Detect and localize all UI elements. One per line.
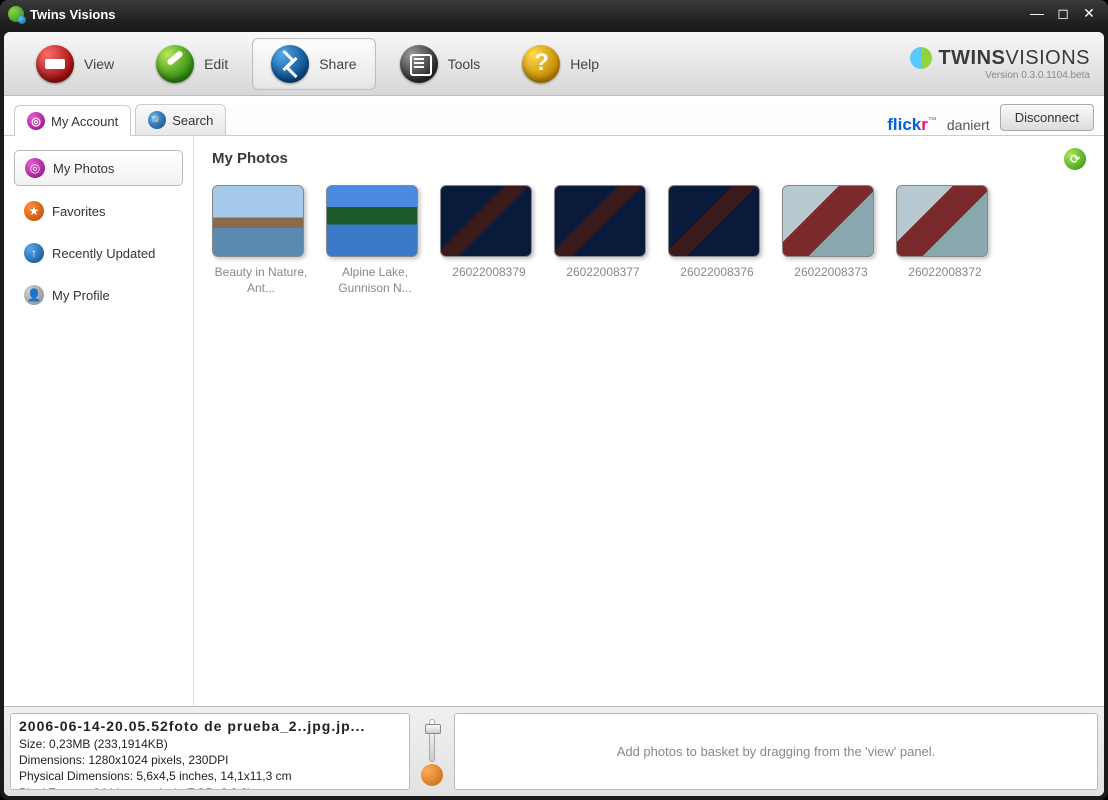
basket-hint: Add photos to basket by dragging from th…	[617, 744, 936, 759]
view-label: View	[84, 56, 114, 72]
thumbnail-label: 26022008372	[896, 265, 994, 281]
content: View Edit Share Tools Help	[4, 32, 1104, 796]
edit-label: Edit	[204, 56, 228, 72]
photo-thumbnail[interactable]: 26022008373	[782, 185, 880, 296]
brand-version: Version 0.3.0.1104.beta	[910, 70, 1090, 81]
view-icon	[36, 45, 74, 83]
photo-thumbnail[interactable]: Beauty in Nature, Ant...	[212, 185, 310, 296]
info-pixelformat: Pixel Format: 24 bits per pixel. (RGB=8,…	[19, 785, 401, 790]
thumbnail-image	[212, 185, 304, 257]
thumbnail-image	[554, 185, 646, 257]
slider-thumb[interactable]	[425, 724, 441, 734]
tab-search-label: Search	[172, 113, 213, 128]
thumbnail-image	[782, 185, 874, 257]
zoom-slider-box	[418, 713, 446, 790]
tools-icon	[400, 45, 438, 83]
help-button[interactable]: Help	[504, 39, 617, 89]
app-icon	[8, 6, 24, 22]
main-toolbar: View Edit Share Tools Help	[4, 32, 1104, 96]
photo-thumbnail[interactable]: Alpine Lake, Gunnison N...	[326, 185, 424, 296]
photo-thumbnail[interactable]: 26022008376	[668, 185, 766, 296]
flickr-username: daniert	[947, 117, 990, 133]
main-area: My Photos ⟳ Beauty in Nature, Ant... Alp…	[194, 136, 1104, 706]
minimize-button[interactable]: —	[1026, 5, 1048, 23]
thumbnail-grid: Beauty in Nature, Ant... Alpine Lake, Gu…	[212, 185, 1086, 296]
flickr-logo: flickr™	[887, 115, 937, 135]
app-title: Twins Visions	[30, 7, 115, 22]
sidebar-item-my-profile[interactable]: 👤 My Profile	[14, 278, 183, 312]
flickr-account: flickr™ daniert	[887, 115, 989, 135]
zoom-slider[interactable]	[429, 719, 435, 762]
brand-name: TWINSVISIONS	[938, 47, 1090, 70]
thumbnail-image	[896, 185, 988, 257]
thumbnail-label: 26022008376	[668, 265, 766, 281]
info-dimensions: Dimensions: 1280x1024 pixels, 230DPI	[19, 752, 401, 768]
thumbnail-label: Beauty in Nature, Ant...	[212, 265, 310, 296]
star-icon: ★	[24, 201, 44, 221]
file-info-box: 2006-06-14-20.05.52foto de prueba_2..jpg…	[10, 713, 410, 790]
photo-thumbnail[interactable]: 26022008379	[440, 185, 538, 296]
share-icon	[271, 45, 309, 83]
disconnect-button[interactable]: Disconnect	[1000, 104, 1094, 131]
bottom-panel: 2006-06-14-20.05.52foto de prueba_2..jpg…	[4, 706, 1104, 796]
view-button[interactable]: View	[18, 39, 132, 89]
thumbnail-image	[668, 185, 760, 257]
tools-label: Tools	[448, 56, 481, 72]
arrow-up-icon: ↑	[24, 243, 44, 263]
help-icon	[522, 45, 560, 83]
sidebar-item-label: My Photos	[53, 161, 114, 176]
info-filename: 2006-06-14-20.05.52foto de prueba_2..jpg…	[19, 718, 401, 734]
edit-button[interactable]: Edit	[138, 39, 246, 89]
photo-thumbnail[interactable]: 26022008377	[554, 185, 652, 296]
basket-icon[interactable]	[421, 764, 443, 786]
sidebar-item-label: My Profile	[52, 288, 110, 303]
search-icon: 🔍	[148, 111, 166, 129]
basket-dropzone[interactable]: Add photos to basket by dragging from th…	[454, 713, 1098, 790]
person-icon: 👤	[24, 285, 44, 305]
sidebar-item-label: Recently Updated	[52, 246, 155, 261]
sidebar-item-label: Favorites	[52, 204, 105, 219]
share-label: Share	[319, 56, 356, 72]
sidebar-item-recently-updated[interactable]: ↑ Recently Updated	[14, 236, 183, 270]
share-button[interactable]: Share	[252, 38, 375, 90]
edit-icon	[156, 45, 194, 83]
refresh-button[interactable]: ⟳	[1064, 148, 1086, 170]
maximize-button[interactable]: ◻	[1052, 5, 1074, 23]
tab-my-account[interactable]: ◎ My Account	[14, 105, 131, 136]
thumbnail-label: Alpine Lake, Gunnison N...	[326, 265, 424, 296]
info-size: Size: 0,23MB (233,1914KB)	[19, 736, 401, 752]
tools-button[interactable]: Tools	[382, 39, 499, 89]
brand: TWINSVISIONS Version 0.3.0.1104.beta	[910, 47, 1090, 81]
help-label: Help	[570, 56, 599, 72]
thumbnail-label: 26022008377	[554, 265, 652, 281]
info-physical: Physical Dimensions: 5,6x4,5 inches, 14,…	[19, 768, 401, 784]
thumbnail-label: 26022008379	[440, 265, 538, 281]
brand-logo-icon	[910, 47, 932, 69]
tab-search[interactable]: 🔍 Search	[135, 104, 226, 135]
thumbnail-label: 26022008373	[782, 265, 880, 281]
close-button[interactable]: ✕	[1078, 5, 1100, 23]
tab-my-account-label: My Account	[51, 114, 118, 129]
titlebar: Twins Visions — ◻ ✕	[0, 0, 1108, 28]
section-title: My Photos	[212, 150, 1086, 167]
sidebar-item-favorites[interactable]: ★ Favorites	[14, 194, 183, 228]
photo-thumbnail[interactable]: 26022008372	[896, 185, 994, 296]
sidebar: ◎ My Photos ★ Favorites ↑ Recently Updat…	[4, 136, 194, 706]
thumbnail-image	[440, 185, 532, 257]
camera-icon: ◎	[25, 158, 45, 178]
app-window: Twins Visions — ◻ ✕ View Edit Share Tool…	[0, 0, 1108, 800]
body: ◎ My Photos ★ Favorites ↑ Recently Updat…	[4, 136, 1104, 706]
thumbnail-image	[326, 185, 418, 257]
account-icon: ◎	[27, 112, 45, 130]
subtab-row: ◎ My Account 🔍 Search flickr™ daniert Di…	[4, 96, 1104, 136]
sidebar-item-my-photos[interactable]: ◎ My Photos	[14, 150, 183, 186]
